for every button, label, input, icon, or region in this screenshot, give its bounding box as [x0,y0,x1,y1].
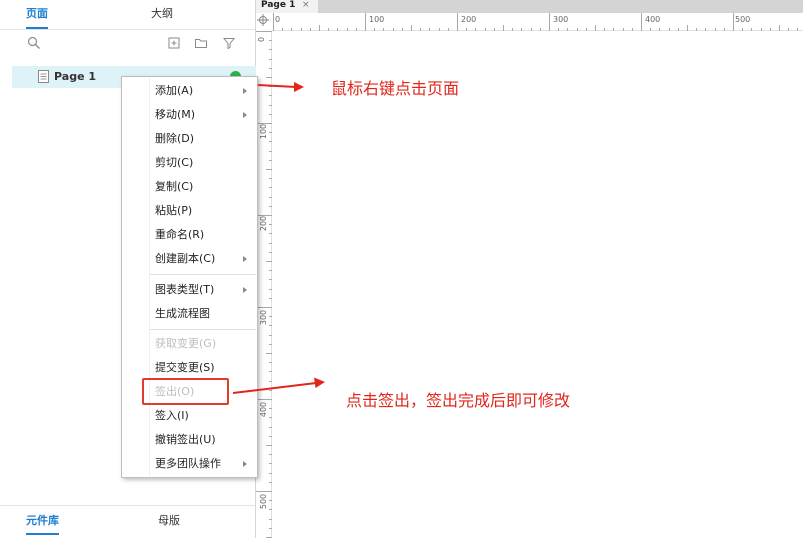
arrow-icon [257,82,304,92]
arrow-icon [232,377,325,394]
annotation-right-click: 鼠标右键点击页面 [331,79,460,98]
annotation-check-out: 点击签出，签出完成后即可修改 [346,391,571,410]
